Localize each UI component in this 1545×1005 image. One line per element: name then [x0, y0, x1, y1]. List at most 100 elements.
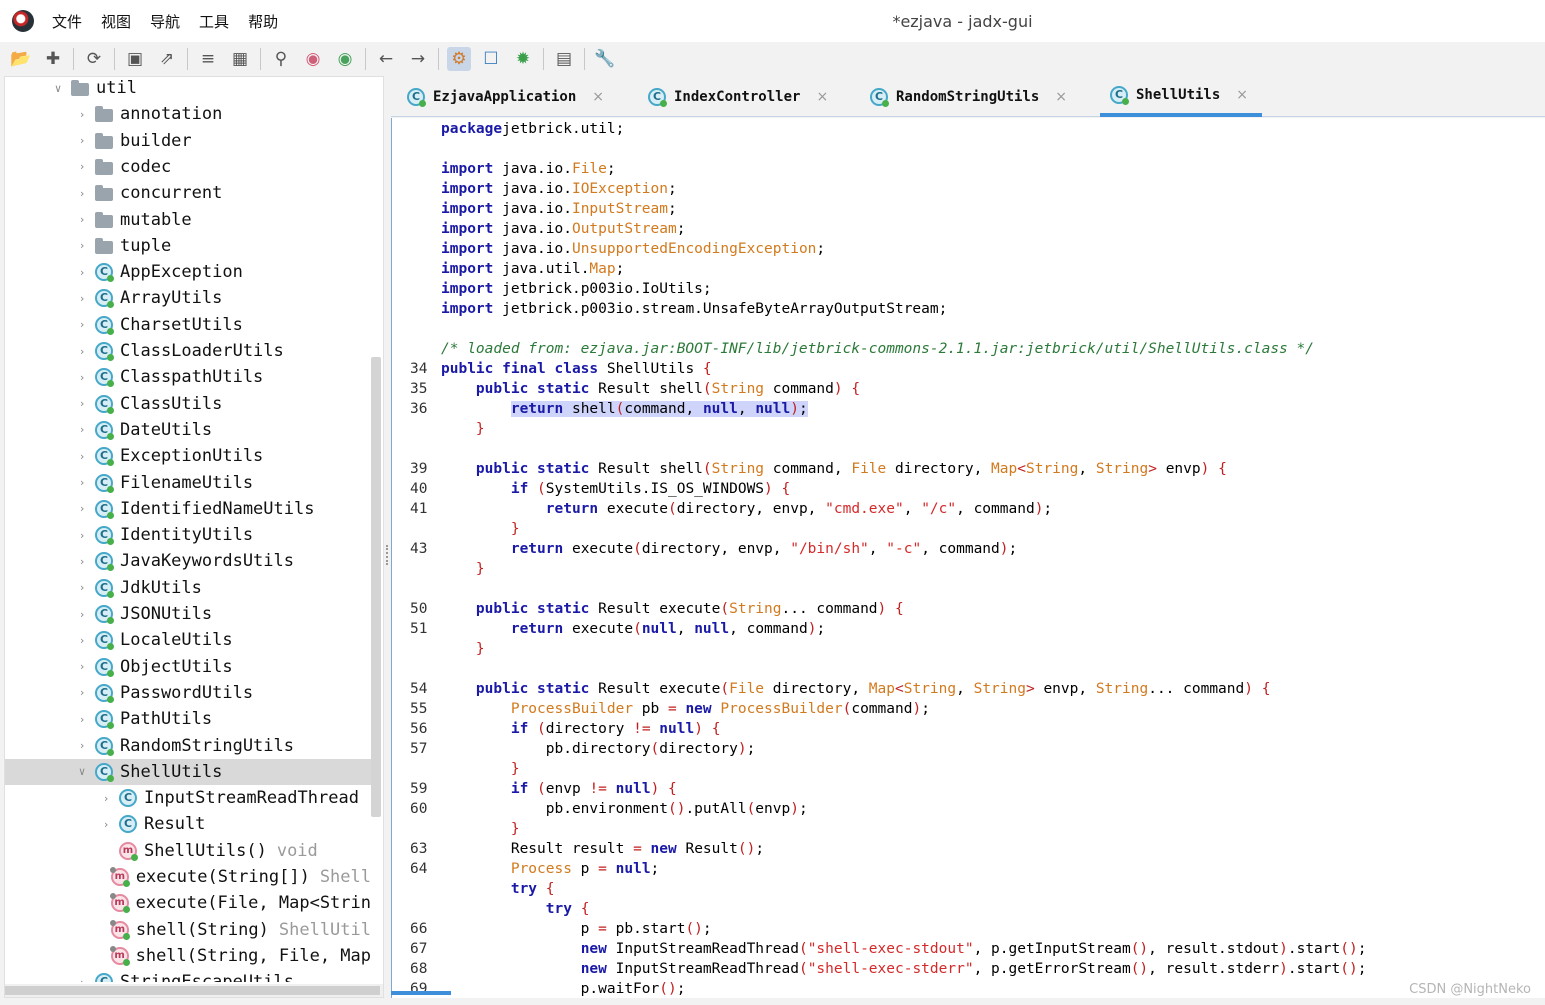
- find-usage-icon[interactable]: ◉: [333, 47, 357, 71]
- chevron-right-icon[interactable]: ›: [75, 660, 89, 673]
- tree-node[interactable]: ›mutable: [5, 207, 371, 233]
- chevron-right-icon[interactable]: ›: [75, 292, 89, 305]
- code-line[interactable]: 64 Process p = null;: [392, 859, 1545, 879]
- tree-horizontal-scroll-thumb[interactable]: [5, 986, 380, 995]
- chevron-right-icon[interactable]: ›: [75, 713, 89, 726]
- chevron-right-icon[interactable]: ›: [75, 213, 89, 226]
- log-icon[interactable]: ▤: [552, 47, 576, 71]
- chevron-right-icon[interactable]: ›: [75, 423, 89, 436]
- code-line[interactable]: 55 ProcessBuilder pb = new ProcessBuilde…: [392, 699, 1545, 719]
- tree-node[interactable]: mexecute(File, Map<Strin: [5, 890, 371, 916]
- tree-node[interactable]: ›CFilenameUtils: [5, 470, 371, 496]
- panel-splitter[interactable]: [386, 76, 390, 998]
- tree-node[interactable]: ›tuple: [5, 233, 371, 259]
- tree-node[interactable]: ›builder: [5, 128, 371, 154]
- tree-node[interactable]: ›CPasswordUtils: [5, 680, 371, 706]
- tab-randomstringutils[interactable]: CRandomStringUtils×: [860, 76, 1081, 117]
- find-class-icon[interactable]: ◉: [301, 47, 325, 71]
- code-line[interactable]: import java.io.InputStream;: [392, 199, 1545, 219]
- chevron-right-icon[interactable]: ›: [99, 792, 113, 805]
- chevron-right-icon[interactable]: ›: [75, 318, 89, 331]
- tab-shellutils[interactable]: CShellUtils×: [1100, 76, 1262, 117]
- chevron-right-icon[interactable]: ›: [75, 976, 89, 982]
- chevron-right-icon[interactable]: ›: [99, 818, 113, 831]
- code-line[interactable]: import java.util.Map;: [392, 259, 1545, 279]
- tree-node[interactable]: mShellUtils()void: [5, 838, 371, 864]
- tree-node[interactable]: ›CResult: [5, 811, 371, 837]
- code-line[interactable]: }: [392, 819, 1545, 839]
- code-line[interactable]: 56 if (directory != null) {: [392, 719, 1545, 739]
- chevron-right-icon[interactable]: ›: [75, 266, 89, 279]
- chevron-right-icon[interactable]: ›: [75, 739, 89, 752]
- chevron-right-icon[interactable]: ›: [75, 371, 89, 384]
- tree-node[interactable]: ›CStringEscapeUtils: [5, 969, 371, 982]
- tab-indexcontroller[interactable]: CIndexController×: [638, 76, 842, 117]
- code-line[interactable]: 57 pb.directory(directory);: [392, 739, 1545, 759]
- code-editor[interactable]: packagejetbrick.util;import java.io.File…: [391, 118, 1545, 998]
- tree-node[interactable]: ›concurrent: [5, 180, 371, 206]
- close-icon[interactable]: ×: [592, 89, 604, 105]
- tree-node[interactable]: ›CJSONUtils: [5, 601, 371, 627]
- packages-icon[interactable]: ▦: [228, 47, 252, 71]
- tree-node[interactable]: ›CJavaKeywordsUtils: [5, 548, 371, 574]
- chevron-right-icon[interactable]: ›: [75, 187, 89, 200]
- code-line[interactable]: try {: [392, 899, 1545, 919]
- code-line[interactable]: 54 public static Result execute(File dir…: [392, 679, 1545, 699]
- code-line[interactable]: import jetbrick.p003io.stream.UnsafeByte…: [392, 299, 1545, 319]
- tree-node[interactable]: mexecute(String[])Shell: [5, 864, 371, 890]
- tree-node[interactable]: ›CPathUtils: [5, 706, 371, 732]
- tree-node[interactable]: ›CArrayUtils: [5, 285, 371, 311]
- export-icon[interactable]: ⇗: [155, 47, 179, 71]
- chevron-right-icon[interactable]: ›: [75, 108, 89, 121]
- code-line[interactable]: 43 return execute(directory, envp, "/bin…: [392, 539, 1545, 559]
- code-line[interactable]: 51 return execute(null, null, command);: [392, 619, 1545, 639]
- deobfuscate-icon[interactable]: ☐: [479, 47, 503, 71]
- code-line[interactable]: 34public final class ShellUtils {: [392, 359, 1545, 379]
- preferences-icon[interactable]: 🔧: [593, 47, 617, 71]
- chevron-right-icon[interactable]: ›: [75, 502, 89, 515]
- tree-node[interactable]: ›CRandomStringUtils: [5, 733, 371, 759]
- tree-node[interactable]: ›CClasspathUtils: [5, 364, 371, 390]
- decompile-mode-icon[interactable]: ⚙: [447, 47, 471, 71]
- chevron-right-icon[interactable]: ›: [75, 450, 89, 463]
- code-line[interactable]: 60 pb.environment().putAll(envp);: [392, 799, 1545, 819]
- code-line[interactable]: import java.io.IOException;: [392, 179, 1545, 199]
- tab-ezjavaapplication[interactable]: CEzjavaApplication×: [397, 76, 618, 117]
- tree-node[interactable]: mshell(String)ShellUtil: [5, 917, 371, 943]
- code-line[interactable]: 36 return shell(command, null, null);: [392, 399, 1545, 419]
- code-line[interactable]: }: [392, 759, 1545, 779]
- tree-vertical-scrollbar[interactable]: [371, 357, 381, 817]
- tree-node[interactable]: ›CIdentityUtils: [5, 522, 371, 548]
- code-line[interactable]: import java.io.UnsupportedEncodingExcept…: [392, 239, 1545, 259]
- open-folder-icon[interactable]: 📂: [9, 47, 33, 71]
- tree-node[interactable]: ›CCharsetUtils: [5, 312, 371, 338]
- chevron-right-icon[interactable]: ›: [75, 476, 89, 489]
- add-file-icon[interactable]: ✚: [41, 47, 65, 71]
- chevron-down-icon[interactable]: ∨: [51, 82, 65, 95]
- chevron-right-icon[interactable]: ›: [75, 686, 89, 699]
- tree-node[interactable]: ›CAppException: [5, 259, 371, 285]
- tree-node[interactable]: mshell(String, File, Map: [5, 943, 371, 969]
- close-icon[interactable]: ×: [1236, 87, 1248, 103]
- chevron-right-icon[interactable]: ›: [75, 239, 89, 252]
- tree-node[interactable]: ›CObjectUtils: [5, 654, 371, 680]
- code-line[interactable]: 69 p.waitFor();: [392, 979, 1545, 998]
- code-line[interactable]: import jetbrick.p003io.IoUtils;: [392, 279, 1545, 299]
- chevron-down-icon[interactable]: ∨: [75, 765, 89, 778]
- save-icon[interactable]: ▣: [123, 47, 147, 71]
- code-line[interactable]: 66 p = pb.start();: [392, 919, 1545, 939]
- tree-node[interactable]: ›CExceptionUtils: [5, 443, 371, 469]
- code-line[interactable]: }: [392, 639, 1545, 659]
- chevron-right-icon[interactable]: ›: [75, 529, 89, 542]
- code-line[interactable]: 41 return execute(directory, envp, "cmd.…: [392, 499, 1545, 519]
- code-line[interactable]: [392, 659, 1545, 679]
- tree-node[interactable]: ›CDateUtils: [5, 417, 371, 443]
- code-line[interactable]: 39 public static Result shell(String com…: [392, 459, 1545, 479]
- code-line[interactable]: 67 new InputStreamReadThread("shell-exec…: [392, 939, 1545, 959]
- code-line[interactable]: import java.io.OutputStream;: [392, 219, 1545, 239]
- chevron-right-icon[interactable]: ›: [75, 397, 89, 410]
- code-line[interactable]: 50 public static Result execute(String..…: [392, 599, 1545, 619]
- code-line[interactable]: 40 if (SystemUtils.IS_OS_WINDOWS) {: [392, 479, 1545, 499]
- chevron-right-icon[interactable]: ›: [75, 134, 89, 147]
- chevron-right-icon[interactable]: ›: [75, 160, 89, 173]
